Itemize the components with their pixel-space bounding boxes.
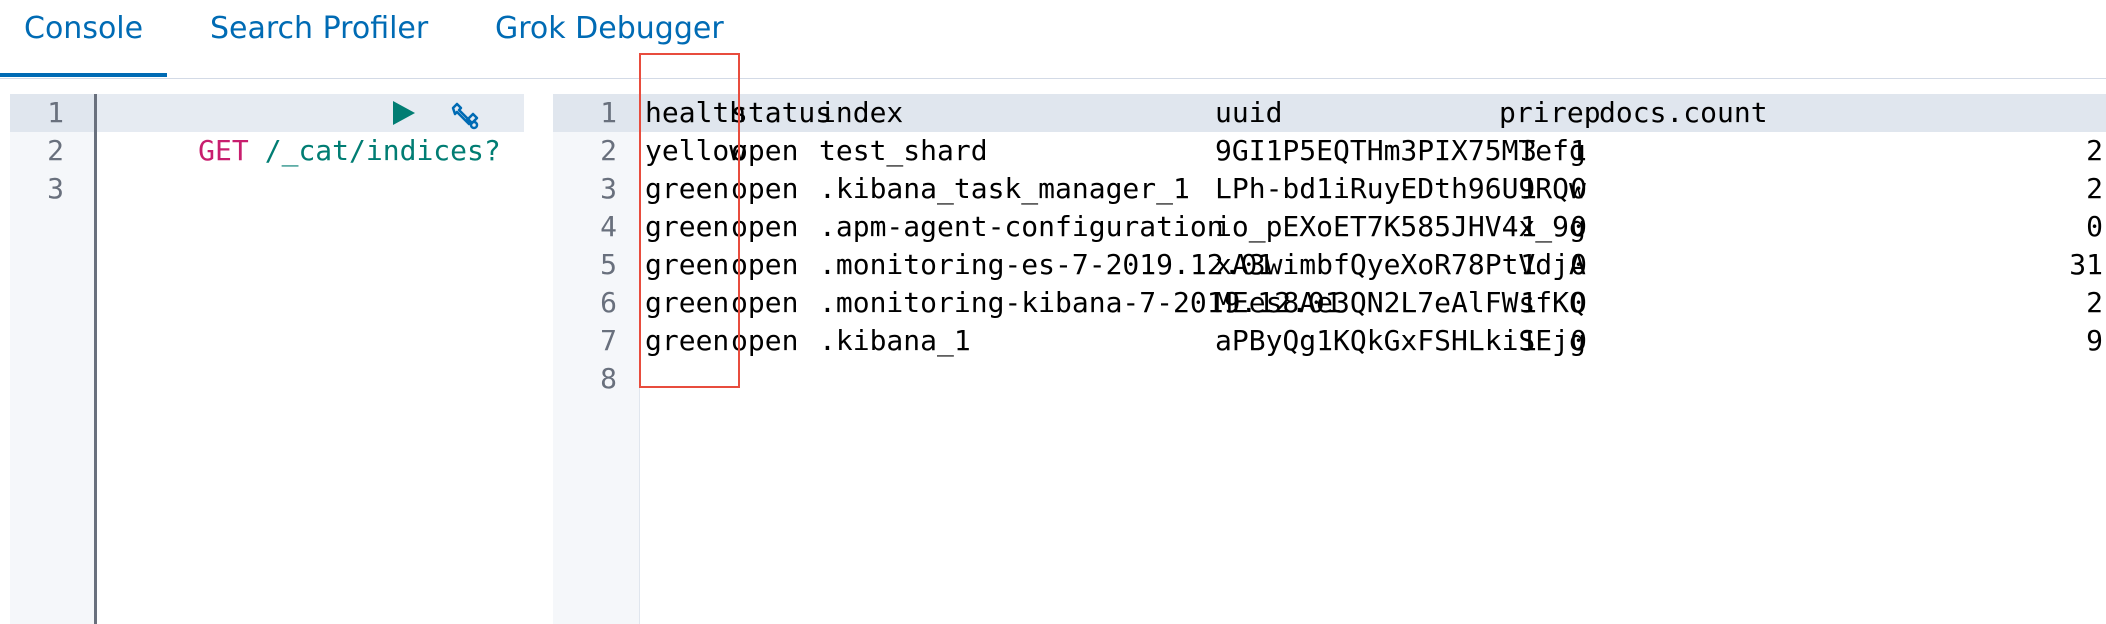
line-number: 1 [10,94,94,132]
docs-count-cell: 9 [2086,324,2103,357]
dev-tools-tabs: Console Search Profiler Grok Debugger [0,0,2106,79]
pri-cell: 3 [1520,134,1537,167]
pri-cell: 1 [1520,286,1537,319]
index-cell: .kibana_task_manager_1 [819,172,1190,205]
line-number: 1 [553,94,639,132]
rep-cell: 1 [1570,134,1587,167]
health-cell: green [645,286,730,319]
col-uuid-header: uuid [1215,96,1283,129]
play-icon[interactable] [393,101,415,125]
tab-console[interactable]: Console [0,0,168,77]
health-cell: green [645,248,730,281]
rep-cell: 0 [1570,172,1587,205]
line-number: 2 [600,134,617,167]
tab-search-profiler[interactable]: Search Profiler [210,0,428,77]
docs-count-cell: 0 [2086,210,2103,243]
request-code-area[interactable]: GET/_cat/indices? [94,94,524,624]
line-number: 4 [600,210,617,243]
pri-cell: 1 [1520,172,1537,205]
docs-count-cell: 31 [2069,248,2103,281]
pri-cell: 1 [1520,324,1537,357]
response-code-area: health status index uuid pri rep docs.co… [639,94,2106,624]
line-number: 6 [600,286,617,319]
col-docs-count-header: docs.count [1599,96,1768,129]
status-cell: open [731,248,799,281]
request-gutter: 1 2 3 [10,94,94,624]
col-rep-header: rep [1550,96,1601,129]
response-header-row: health status index uuid pri rep docs.co… [640,94,2106,132]
rep-cell: 0 [1570,324,1587,357]
index-cell: .apm-agent-configuration [819,210,1224,243]
index-cell: .kibana_1 [819,324,971,357]
response-row: green open .monitoring-kibana-7-2019.12.01… [640,284,2106,322]
response-gutter: 1 2 3 4 5 6 7 8 [553,94,639,624]
line-number: 8 [600,362,617,395]
status-cell: open [731,286,799,319]
request-line[interactable] [97,132,524,170]
health-cell: green [645,210,730,243]
request-editor[interactable]: 1 2 3 GET/_cat/indices? [10,94,524,624]
rep-cell: 0 [1570,210,1587,243]
request-line[interactable] [97,170,524,208]
tab-grok-debugger[interactable]: Grok Debugger [495,0,724,77]
line-number: 3 [600,172,617,205]
line-number: 2 [47,134,64,167]
index-cell: test_shard [819,134,988,167]
rep-cell: 0 [1570,248,1587,281]
response-row [640,360,2106,398]
request-line[interactable]: GET/_cat/indices? [97,94,524,167]
status-cell: open [731,210,799,243]
status-cell: open [731,324,799,357]
rep-cell: 0 [1570,286,1587,319]
status-cell: open [731,172,799,205]
health-cell: green [645,324,730,357]
health-cell: green [645,172,730,205]
pri-cell: 1 [1520,210,1537,243]
response-output: 1 2 3 4 5 6 7 8 health status index uuid… [553,94,2106,624]
response-row: green open .kibana_task_manager_1 LPh-bd1iR… [640,170,2106,208]
index-cell: .monitoring-es-7-2019.12.01 [819,248,1275,281]
docs-count-cell: 2 [2086,172,2103,205]
line-number: 3 [47,172,64,205]
docs-count-cell: 2 [2086,286,2103,319]
response-row: yellow open test_shard 9GI1P5EQTHm3PIX75MTe… [640,132,2106,170]
wrench-icon[interactable] [447,98,481,132]
line-number: 5 [600,248,617,281]
response-row: green open .monitoring-es-7-2019.12.01 xA3w… [640,246,2106,284]
line-number: 7 [600,324,617,357]
docs-count-cell: 2 [2086,134,2103,167]
col-index-header: index [819,96,904,129]
status-cell: open [731,134,799,167]
col-pri-header: pri [1499,96,1550,129]
col-status-header: status [731,96,833,129]
response-row: green open .apm-agent-configuration io_pEXo… [640,208,2106,246]
pri-cell: 1 [1520,248,1537,281]
response-row: green open .kibana_1 aPByQg1KQkGxFSHLkiSEjg… [640,322,2106,360]
